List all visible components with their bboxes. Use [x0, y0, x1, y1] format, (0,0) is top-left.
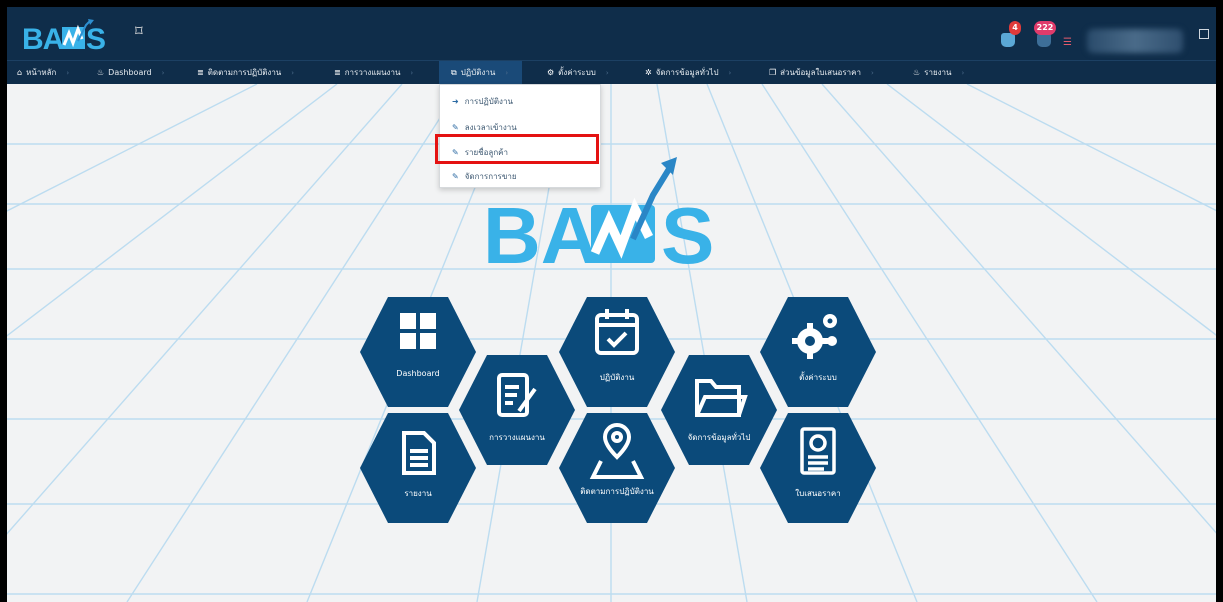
- nav-item-dashboard[interactable]: ♨ Dashboard ›: [97, 61, 164, 85]
- bams-logo-icon: BA S: [22, 19, 106, 56]
- copy-icon: ❐: [769, 68, 777, 77]
- fire-icon: ♨: [97, 68, 105, 77]
- svg-text:S: S: [661, 191, 714, 267]
- pencil-icon: ✎: [452, 123, 459, 132]
- tile-reports[interactable]: รายงาน: [358, 411, 478, 525]
- fullscreen-icon[interactable]: [1199, 29, 1209, 39]
- gears-icon: ⚙: [547, 68, 555, 77]
- sidebar-toggle-icon[interactable]: ⌑: [135, 22, 143, 40]
- top-header: BA S ⌑ 4 222 ☰: [7, 7, 1216, 60]
- dropdown-item-operations[interactable]: ➜ การปฏิบัติงาน: [452, 95, 513, 108]
- svg-text:BA: BA: [22, 23, 64, 55]
- fire-icon: ♨: [913, 68, 921, 77]
- nav-item-home[interactable]: ⌂ หน้าหลัก ›: [17, 61, 69, 85]
- tile-settings[interactable]: ตั้งค่าระบบ: [758, 295, 878, 409]
- hamburger-icon[interactable]: ☰: [1063, 37, 1072, 48]
- tile-label: ใบเสนอราคา: [795, 489, 841, 498]
- tile-tracking[interactable]: ติดตามการปฏิบัติงาน: [557, 411, 677, 525]
- sign-in-icon: ➜: [452, 97, 459, 106]
- tile-quotation[interactable]: ใบเสนอราคา: [758, 411, 878, 525]
- chat-icon[interactable]: [1037, 33, 1051, 47]
- tile-label: ตั้งค่าระบบ: [799, 373, 837, 382]
- list-icon: ≣: [197, 68, 204, 77]
- svg-text:S: S: [86, 23, 105, 55]
- nav-item-operations[interactable]: ⧉ ปฏิบัติงาน ›: [439, 61, 523, 85]
- svg-text:BA: BA: [483, 191, 599, 267]
- center-logo: BA S: [483, 157, 753, 280]
- tile-label: รายงาน: [404, 489, 432, 498]
- dropdown-item-check-in[interactable]: ✎ ลงเวลาเข้างาน: [452, 121, 517, 134]
- nav-item-settings[interactable]: ⚙ ตั้งค่าระบบ ›: [547, 61, 609, 85]
- bams-large-logo-icon: BA S: [483, 157, 714, 280]
- nav-item-reports[interactable]: ♨ รายงาน ›: [913, 61, 964, 85]
- notification-badge: 4: [1009, 21, 1021, 35]
- external-link-icon: ⧉: [451, 68, 457, 77]
- nav-item-quotation-data[interactable]: ❐ ส่วนข้อมูลใบเสนอราคา ›: [769, 61, 874, 85]
- nav-item-planning[interactable]: ≣ การวางแผนงาน ›: [334, 61, 413, 85]
- nav-item-general-data[interactable]: ✲ จัดการข้อมูลทั่วไป ›: [645, 61, 731, 85]
- bell-icon[interactable]: [1001, 33, 1015, 47]
- main-nav: ⌂ หน้าหลัก › ♨ Dashboard › ≣ ติดตามการปฏิบัติ…: [7, 60, 1216, 85]
- home-icon: ⌂: [17, 68, 23, 77]
- pencil-icon: ✎: [452, 172, 459, 181]
- nav-item-tracking[interactable]: ≣ ติดตามการปฏิบัติงาน ›: [197, 61, 294, 85]
- list-icon: ≣: [334, 68, 341, 77]
- gear-icon: ✲: [645, 68, 652, 77]
- app-window: BA S ⌑ 4 222 ☰ ⌂ หน้าหลัก › ♨ Dashboard › ≣ ต…: [7, 7, 1216, 602]
- message-badge: 222: [1034, 21, 1056, 35]
- tile-label: ติดตามการปฏิบัติงาน: [580, 487, 654, 496]
- user-profile[interactable]: [1087, 29, 1183, 53]
- app-logo[interactable]: BA S: [22, 19, 110, 56]
